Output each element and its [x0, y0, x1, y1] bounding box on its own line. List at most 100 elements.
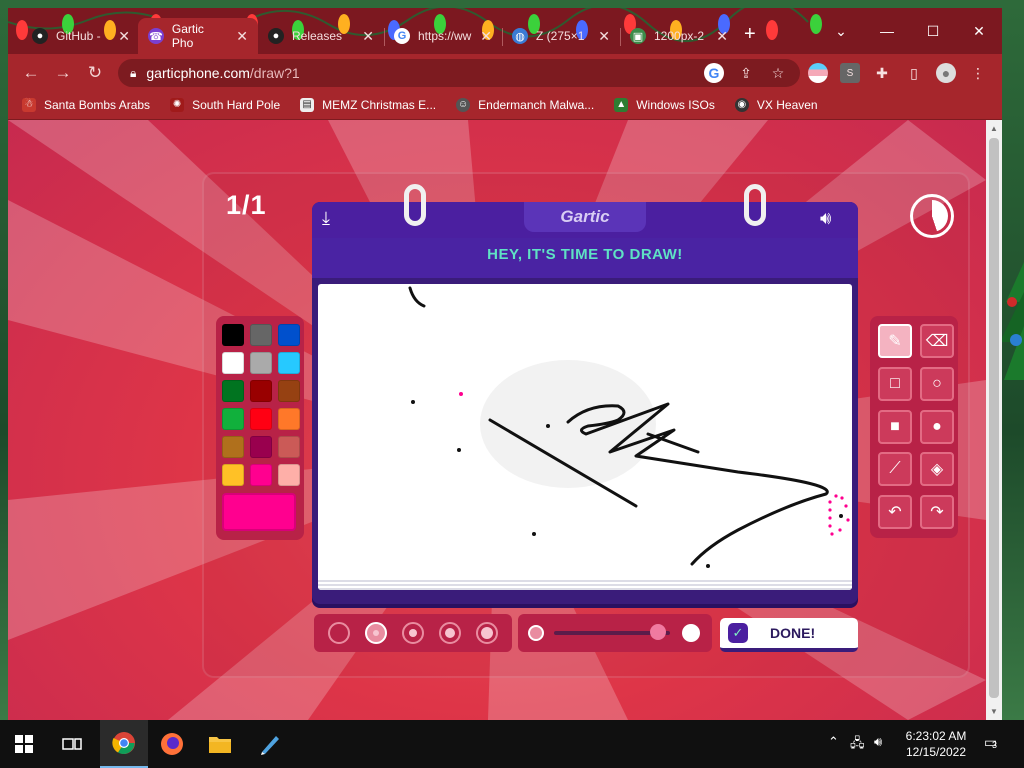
taskbar-chrome[interactable]	[100, 720, 148, 768]
address-bar[interactable]: 🔒︎ garticphone.com/draw?1	[118, 59, 800, 87]
scroll-down-arrow-icon[interactable]: ▼	[990, 707, 998, 716]
taskbar-file-explorer[interactable]	[196, 720, 244, 768]
gartic-icon: ☎	[148, 28, 164, 44]
done-button[interactable]: ✓ DONE!	[720, 618, 858, 652]
reload-icon[interactable]: ↻	[84, 62, 106, 84]
close-window-button[interactable]: ✕	[956, 16, 1002, 46]
page-scrollbar[interactable]: ▲ ▼	[986, 120, 1002, 720]
color-swatch[interactable]	[222, 464, 244, 486]
line-tool-icon[interactable]: ⟋	[878, 452, 912, 487]
brush-size-option[interactable]	[364, 622, 387, 644]
scrollbar-thumb[interactable]	[989, 138, 999, 698]
color-swatch[interactable]	[250, 324, 272, 346]
start-button[interactable]	[0, 720, 48, 768]
rect-outline-tool-icon[interactable]: □	[878, 366, 912, 401]
brush-size-option[interactable]	[401, 622, 424, 644]
tab-gartic-phone[interactable]: ☎ Gartic Pho ✕	[138, 18, 258, 54]
ellipse-filled-tool-icon[interactable]: ●	[920, 409, 954, 444]
color-swatch[interactable]	[250, 352, 272, 374]
brush-size-option[interactable]	[439, 622, 462, 644]
color-swatch[interactable]	[278, 464, 300, 486]
tab-strip: ● GitHub - ✕ ☎ Gartic Pho ✕ ● Releases ✕…	[8, 8, 1002, 54]
side-panel-icon[interactable]: ▯	[904, 63, 924, 83]
bookmark-santa-bombs-arabs[interactable]: ☃ Santa Bombs Arabs	[22, 97, 150, 112]
bookmark-windows-isos[interactable]: ▲ Windows ISOs	[614, 97, 715, 112]
extensions-puzzle-icon[interactable]: ✚	[872, 63, 892, 83]
color-swatch[interactable]	[278, 352, 300, 374]
taskbar-firefox[interactable]	[148, 720, 196, 768]
close-icon[interactable]: ✕	[236, 28, 248, 45]
taskbar-paint[interactable]	[246, 720, 294, 768]
close-icon[interactable]: ✕	[362, 28, 374, 45]
ellipse-outline-tool-icon[interactable]: ○	[920, 366, 954, 401]
eraser-tool-icon[interactable]: ⌫	[920, 324, 954, 358]
color-swatch[interactable]	[278, 380, 300, 402]
enderman-icon: ☺	[456, 97, 471, 112]
color-swatch[interactable]	[278, 436, 300, 458]
tray-chevron-icon[interactable]: ⌃	[828, 734, 839, 750]
color-swatch[interactable]	[278, 408, 300, 430]
notification-count: 3	[992, 740, 998, 750]
rect-filled-tool-icon[interactable]: ■	[878, 409, 912, 444]
system-clock[interactable]: 6:23:02 AM 12/15/2022	[896, 728, 976, 760]
color-swatch[interactable]	[222, 408, 244, 430]
bookmark-memz-christmas[interactable]: ▤ MEMZ Christmas E...	[300, 97, 436, 112]
extension-s-icon[interactable]: S	[840, 63, 860, 83]
binder-ring-left	[404, 184, 426, 226]
close-icon[interactable]: ✕	[598, 28, 610, 45]
tab-google[interactable]: G https://ww ✕	[384, 18, 502, 54]
bookmark-star-icon[interactable]: ☆	[768, 63, 788, 83]
color-swatch[interactable]	[222, 324, 244, 346]
back-arrow-icon[interactable]: ←	[20, 62, 42, 84]
forward-arrow-icon[interactable]: →	[52, 62, 74, 84]
clock-date: 12/15/2022	[905, 745, 967, 759]
new-tab-button[interactable]: +	[744, 24, 756, 44]
volume-icon[interactable]: 🔊︎	[874, 734, 882, 750]
color-swatch[interactable]	[250, 464, 272, 486]
tab-releases[interactable]: ● Releases ✕	[258, 18, 384, 54]
bookmark-south-hard-pole[interactable]: ✺ South Hard Pole	[170, 97, 280, 112]
color-swatch[interactable]	[250, 408, 272, 430]
scroll-up-arrow-icon[interactable]: ▲	[990, 124, 998, 133]
drawing-notebook: Gartic ⤓ 🔊︎ HEY, IT'S TIME TO DRAW!	[312, 184, 858, 604]
avatar[interactable]: ●	[936, 63, 956, 83]
profile-flag-icon[interactable]	[808, 63, 828, 83]
task-view-button[interactable]	[48, 720, 96, 768]
drawing-canvas[interactable]	[318, 284, 852, 590]
share-icon[interactable]: ⇪	[736, 63, 756, 83]
undo-tool-icon[interactable]: ↶	[878, 495, 912, 530]
bookmark-endermanch-malware[interactable]: ☺ Endermanch Malwa...	[456, 97, 594, 112]
opacity-slider[interactable]	[518, 614, 712, 652]
brush-size-option[interactable]	[327, 622, 350, 644]
sound-icon[interactable]: 🔊︎	[820, 208, 846, 230]
tab-image-z[interactable]: ◍ Z (275×1 ✕	[502, 18, 620, 54]
fill-tool-icon[interactable]: ◈	[920, 452, 954, 487]
download-icon[interactable]: ⤓	[322, 208, 344, 230]
minimize-button[interactable]: —	[864, 16, 910, 46]
color-swatch[interactable]	[250, 436, 272, 458]
maximize-button[interactable]: ☐	[910, 16, 956, 46]
tab-github[interactable]: ● GitHub - ✕	[22, 18, 140, 54]
bookmark-vx-heaven[interactable]: ◉ VX Heaven	[734, 97, 818, 112]
color-swatch[interactable]	[278, 324, 300, 346]
close-icon[interactable]: ✕	[716, 28, 728, 45]
color-swatch[interactable]	[222, 380, 244, 402]
network-icon[interactable]: 🖧︎	[850, 734, 865, 756]
kebab-menu-icon[interactable]: ⋮	[968, 63, 988, 83]
close-icon[interactable]: ✕	[118, 28, 130, 45]
color-swatch[interactable]	[250, 380, 272, 402]
notification-center-button[interactable]: ▭ 3	[984, 734, 1006, 754]
virus-icon: ✺	[170, 97, 185, 112]
done-label: DONE!	[770, 625, 816, 641]
color-swatch[interactable]	[222, 436, 244, 458]
browser-toolbar: ← → ↻ 🔒︎ garticphone.com/draw?1 G ⇪ ☆ S …	[8, 54, 1002, 90]
close-icon[interactable]: ✕	[480, 28, 492, 45]
tab-image-1200px[interactable]: ▣ 1200px-2 ✕	[620, 18, 738, 54]
pencil-tool-icon[interactable]: ✎	[878, 324, 912, 358]
redo-tool-icon[interactable]: ↷	[920, 495, 954, 530]
color-swatch[interactable]	[222, 352, 244, 374]
opacity-handle[interactable]	[650, 624, 667, 640]
brush-size-option[interactable]	[476, 622, 499, 644]
tab-search-button[interactable]: ⌄	[818, 16, 864, 46]
google-lens-icon[interactable]: G	[704, 63, 724, 83]
